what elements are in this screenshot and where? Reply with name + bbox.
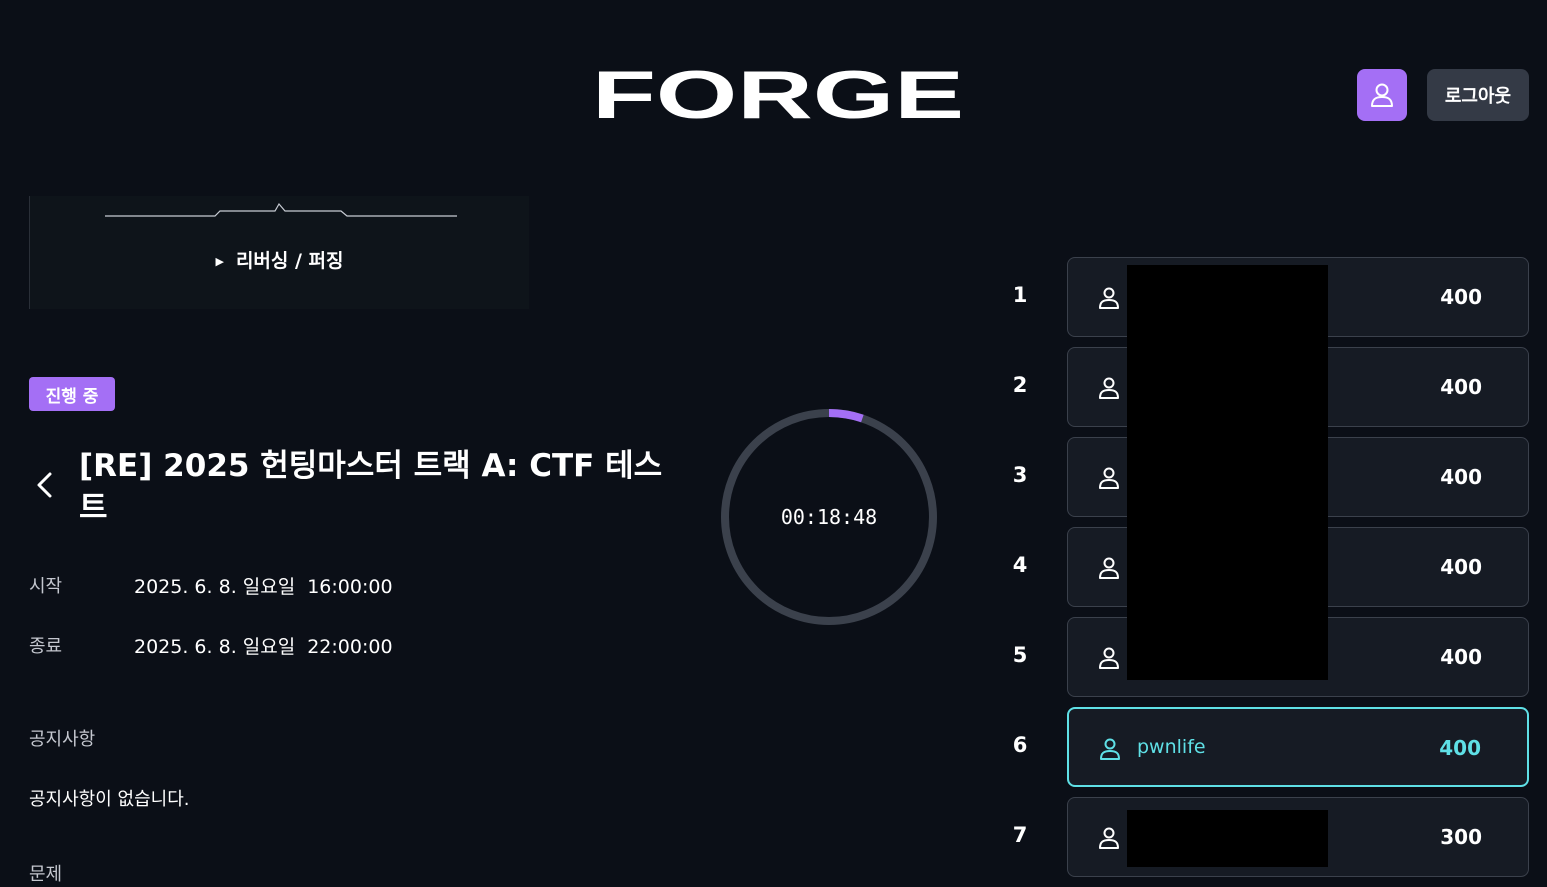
chevron-left-icon[interactable]	[30, 468, 60, 502]
start-time: 16:00:00	[307, 576, 393, 598]
banner-decoration	[105, 202, 457, 217]
contest-title: [RE] 2025 헌팅마스터 트랙 A: CTF 테스트	[79, 448, 663, 526]
player-score: 400	[1440, 555, 1482, 579]
redaction-block	[1127, 265, 1328, 680]
user-icon	[1099, 467, 1119, 489]
player-score: 400	[1440, 375, 1482, 399]
rank-number: 4	[1012, 553, 1028, 577]
status-badge: 진행 중	[29, 377, 115, 411]
user-icon	[1371, 83, 1393, 107]
start-date: 2025. 6. 8. 일요일	[134, 576, 296, 598]
rank-number: 7	[1012, 823, 1028, 847]
start-label: 시작	[29, 576, 63, 597]
player-score: 300	[1440, 825, 1482, 849]
notice-text: 공지사항이 없습니다.	[29, 789, 190, 810]
player-score: 400	[1439, 736, 1481, 760]
user-icon	[1099, 377, 1119, 399]
start-datetime: 2025. 6. 8. 일요일 16:00:00	[134, 572, 393, 599]
scoreboard-row[interactable]: pwnlife 400	[1067, 707, 1529, 787]
rank-number: 2	[1012, 373, 1028, 397]
profile-button[interactable]	[1357, 69, 1407, 121]
category-banner: ▶ 리버싱 / 퍼징	[29, 196, 529, 309]
user-icon	[1099, 647, 1119, 669]
logo-text: FORGE	[592, 66, 964, 124]
contest-page: FORGE 로그아웃 ▶ 리버싱 / 퍼징 진행 중 [RE] 2025 헌팅마스…	[0, 0, 1547, 887]
countdown-text: 00:18:48	[780, 505, 878, 529]
end-time: 22:00:00	[307, 636, 393, 658]
play-icon: ▶	[215, 255, 224, 268]
rank-number: 3	[1012, 463, 1028, 487]
forge-logo[interactable]: FORGE	[592, 66, 966, 124]
user-icon	[1099, 557, 1119, 579]
user-icon	[1100, 738, 1120, 760]
scoreboard-heading: ━ ··	[1240, 178, 1304, 202]
player-score: 400	[1440, 645, 1482, 669]
category-text: 리버싱 / 퍼징	[235, 250, 344, 272]
end-datetime: 2025. 6. 8. 일요일 22:00:00	[134, 632, 393, 659]
problems-heading: 문제	[29, 864, 63, 885]
category-label[interactable]: ▶ 리버싱 / 퍼징	[30, 246, 529, 273]
user-icon	[1099, 827, 1119, 849]
notice-heading: 공지사항	[29, 729, 96, 750]
player-name: pwnlife	[1137, 736, 1206, 758]
user-icon	[1099, 287, 1119, 309]
rank-number: 6	[1012, 733, 1028, 757]
player-score: 400	[1440, 465, 1482, 489]
player-score: 400	[1440, 285, 1482, 309]
rank-number: 1	[1012, 283, 1028, 307]
end-date: 2025. 6. 8. 일요일	[134, 636, 296, 658]
logout-button[interactable]: 로그아웃	[1427, 69, 1529, 121]
end-label: 종료	[29, 636, 63, 657]
redaction-block	[1127, 810, 1328, 867]
rank-number: 5	[1012, 643, 1028, 667]
